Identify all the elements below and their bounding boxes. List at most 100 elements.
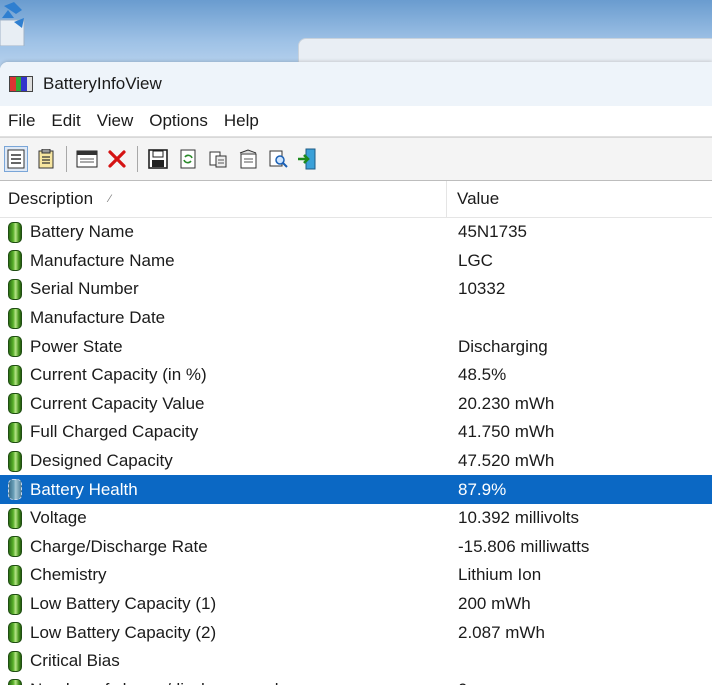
save-icon[interactable] [146, 146, 170, 172]
value-cell: -15.806 milliwatts [458, 536, 590, 556]
battery-icon [8, 507, 22, 529]
description-label: Critical Bias [30, 651, 120, 671]
description-label: Current Capacity (in %) [30, 365, 207, 385]
menu-bar: File Edit View Options Help [0, 106, 712, 137]
menu-edit[interactable]: Edit [43, 106, 88, 136]
description-label: Low Battery Capacity (1) [30, 594, 217, 614]
toolbar [0, 137, 712, 181]
view-report-icon[interactable] [34, 146, 58, 172]
description-cell: Charge/Discharge Rate [0, 536, 447, 558]
list-row[interactable]: Chemistry Lithium Ion [0, 561, 712, 590]
battery-icon [8, 278, 22, 300]
description-cell: Designed Capacity [0, 450, 447, 472]
value-cell: 45N1735 [458, 222, 528, 242]
value-cell: 10.392 millivolts [458, 508, 579, 528]
exit-icon[interactable] [296, 146, 320, 172]
list-row[interactable]: Charge/Discharge Rate -15.806 milliwatts [0, 533, 712, 562]
list-row[interactable]: Current Capacity Value 20.230 mWh [0, 390, 712, 419]
description-label: Designed Capacity [30, 451, 173, 471]
description-label: Power State [30, 336, 123, 356]
desktop-background [0, 0, 712, 80]
list-row[interactable]: Manufacture Name LGC [0, 247, 712, 276]
description-cell: Full Charged Capacity [0, 421, 447, 443]
title-bar[interactable]: BatteryInfoView [0, 62, 712, 106]
list-row[interactable]: Current Capacity (in %) 48.5% [0, 361, 712, 390]
list-row[interactable]: Battery Health 87.9% [0, 475, 712, 504]
menu-options[interactable]: Options [141, 106, 216, 136]
value-cell: 0 [447, 680, 467, 685]
description-label: Serial Number [30, 279, 139, 299]
description-cell: Battery Health [0, 479, 447, 501]
properties-icon[interactable] [236, 146, 260, 172]
list-row[interactable]: Serial Number 10332 [0, 275, 712, 304]
description-cell: Manufacture Name [0, 250, 447, 272]
window-icon[interactable] [75, 146, 99, 172]
description-cell: Serial Number [0, 278, 447, 300]
sort-ascending-icon: ⁄ [109, 193, 111, 205]
battery-icon [8, 364, 22, 386]
list-row[interactable]: Battery Name 45N1735 [0, 218, 712, 247]
view-list-icon[interactable] [4, 146, 28, 172]
refresh-icon[interactable] [176, 146, 200, 172]
description-label: Current Capacity Value [30, 393, 205, 413]
list-row[interactable]: Low Battery Capacity (1) 200 mWh [0, 590, 712, 619]
battery-icon [8, 679, 22, 685]
description-cell: Current Capacity (in %) [0, 364, 447, 386]
battery-icon [8, 450, 22, 472]
list-header: Description ⁄ Value [0, 181, 712, 218]
battery-icon [8, 479, 22, 501]
delete-x-icon[interactable] [105, 146, 129, 172]
list-row[interactable]: Power State Discharging [0, 332, 712, 361]
description-label: Low Battery Capacity (2) [30, 622, 217, 642]
description-cell: Voltage [0, 507, 447, 529]
battery-icon [8, 250, 22, 272]
value-cell: LGC [458, 250, 493, 270]
menu-file[interactable]: File [0, 106, 43, 136]
description-cell: Low Battery Capacity (1) [0, 593, 447, 615]
battery-icon [8, 564, 22, 586]
value-cell: Lithium Ion [458, 565, 542, 585]
description-cell: Battery Name [0, 221, 447, 243]
list-row[interactable]: Low Battery Capacity (2) 2.087 mWh [0, 618, 712, 647]
column-header-description[interactable]: Description ⁄ [0, 181, 447, 217]
column-header-description-label: Description [8, 189, 94, 208]
value-cell: 20.230 mWh [458, 393, 555, 413]
list-row[interactable]: Designed Capacity 47.520 mWh [0, 447, 712, 476]
value-cell: 10332 [458, 279, 506, 299]
value-cell: 47.520 mWh [458, 451, 555, 471]
toolbar-separator [66, 146, 67, 172]
list-row[interactable]: Number of charge/discharge cycles 0 [0, 676, 712, 685]
battery-icon [8, 307, 22, 329]
column-header-value[interactable]: Value [447, 189, 499, 209]
list-row[interactable]: Full Charged Capacity 41.750 mWh [0, 418, 712, 447]
description-cell: Current Capacity Value [0, 393, 447, 415]
description-label: Battery Health [30, 479, 138, 499]
menu-help[interactable]: Help [216, 106, 267, 136]
battery-icon [8, 393, 22, 415]
battery-icon [8, 593, 22, 615]
battery-icon [8, 421, 22, 443]
list-row[interactable]: Critical Bias [0, 647, 712, 676]
battery-icon [8, 650, 22, 672]
description-cell: Number of charge/discharge cycles [0, 679, 447, 685]
copy-icon[interactable] [206, 146, 230, 172]
description-label: Charge/Discharge Rate [30, 536, 208, 556]
description-label: Voltage [30, 508, 87, 528]
value-cell: Discharging [458, 336, 548, 356]
description-label: Battery Name [30, 222, 134, 242]
description-label: Full Charged Capacity [30, 422, 199, 442]
value-cell: 87.9% [458, 479, 507, 499]
window-title: BatteryInfoView [43, 74, 162, 93]
value-cell: 2.087 mWh [458, 622, 545, 642]
find-icon[interactable] [266, 146, 290, 172]
menu-view[interactable]: View [89, 106, 142, 136]
recycle-bin-icon[interactable] [0, 0, 30, 46]
description-label: Manufacture Name [30, 250, 175, 270]
battery-icon [8, 536, 22, 558]
description-cell: Low Battery Capacity (2) [0, 622, 447, 644]
battery-app-icon [9, 76, 33, 92]
list-row[interactable]: Manufacture Date [0, 304, 712, 333]
list-row[interactable]: Voltage 10.392 millivolts [0, 504, 712, 533]
battery-icon [8, 622, 22, 644]
description-cell: Manufacture Date [0, 307, 447, 329]
